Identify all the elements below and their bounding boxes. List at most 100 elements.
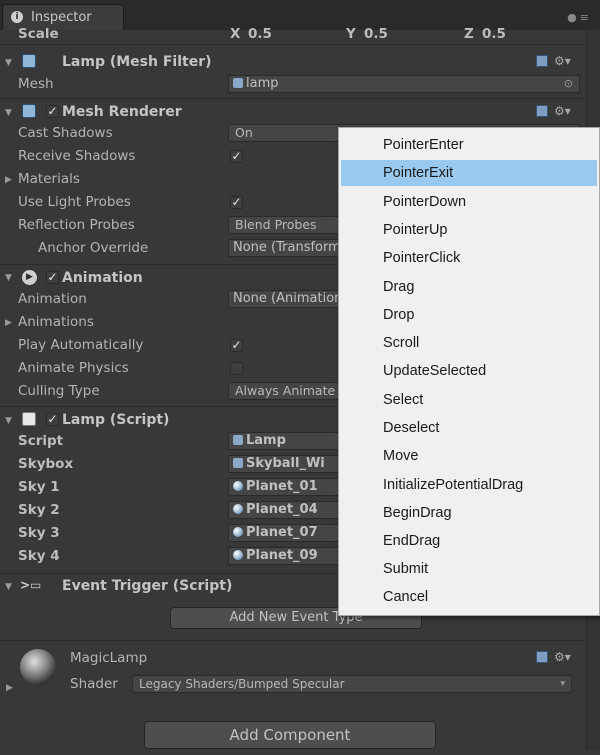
light-probes-label: Use Light Probes (18, 194, 131, 210)
script-label: Script (18, 433, 64, 449)
animation-title[interactable]: Animation (62, 270, 143, 286)
menu-item-begindrag[interactable]: BeginDrag (341, 500, 597, 526)
material-gear-icon[interactable]: ⚙▾ (536, 650, 571, 664)
mesh-label: Mesh (18, 76, 54, 92)
mesh-renderer-title[interactable]: Mesh Renderer (62, 104, 182, 120)
mesh-filter-gear-icon[interactable]: ⚙▾ (536, 54, 571, 68)
animate-physics-label: Animate Physics (18, 360, 129, 376)
menu-item-submit[interactable]: Submit (341, 556, 597, 582)
menu-item-scroll[interactable]: Scroll (341, 330, 597, 356)
materials-foldout-icon[interactable]: ▶ (5, 175, 12, 185)
shader-dropdown[interactable]: Legacy Shaders/Bumped Specular ▾ (132, 675, 572, 693)
reflection-probes-label: Reflection Probes (18, 217, 135, 233)
menu-item-pointerdown[interactable]: PointerDown (341, 189, 597, 215)
menu-item-cancel[interactable]: Cancel (341, 584, 597, 610)
scale-x-value[interactable]: 0.5 (248, 26, 272, 42)
lamp-script-enabled-checkbox[interactable]: ✓ (46, 413, 59, 426)
animate-physics-checkbox[interactable] (230, 362, 243, 375)
mesh-renderer-icon (22, 104, 36, 118)
light-probes-checkbox[interactable]: ✓ (230, 196, 243, 209)
sky2-label: Sky 2 (18, 502, 60, 518)
texture-asset-icon (233, 527, 243, 537)
anchor-override-label: Anchor Override (38, 240, 149, 256)
event-trigger-foldout-icon[interactable]: ▼ (5, 582, 12, 592)
sky4-value: Planet_09 (246, 548, 318, 563)
mesh-renderer-gear-icon[interactable]: ⚙▾ (536, 104, 571, 118)
menu-item-move[interactable]: Move (341, 443, 597, 469)
skybox-label: Skybox (18, 456, 74, 472)
sky3-value: Planet_07 (246, 525, 318, 540)
receive-shadows-label: Receive Shadows (18, 148, 136, 164)
animation-label: Animation (18, 291, 87, 307)
sky1-value: Planet_01 (246, 479, 318, 494)
sky2-value: Planet_04 (246, 502, 318, 517)
animations-label[interactable]: Animations (18, 314, 94, 330)
lock-menu-icons[interactable]: ●≡ (567, 11, 592, 24)
menu-item-enddrag[interactable]: EndDrag (341, 528, 597, 554)
scale-y-label[interactable]: Y (346, 26, 356, 42)
animations-foldout-icon[interactable]: ▶ (5, 318, 12, 328)
scale-z-value[interactable]: 0.5 (482, 26, 506, 42)
material-preview-sphere (20, 649, 56, 685)
material-asset-icon (233, 458, 243, 468)
scale-label: Scale (18, 26, 59, 42)
sky4-label: Sky 4 (18, 548, 60, 564)
divider (0, 98, 586, 99)
menu-item-initializepotentialdrag[interactable]: InitializePotentialDrag (341, 472, 597, 498)
tab-label: Inspector (31, 10, 92, 25)
animation-enabled-checkbox[interactable]: ✓ (46, 271, 59, 284)
add-component-button[interactable]: Add Component (144, 721, 436, 749)
menu-item-drop[interactable]: Drop (341, 302, 597, 328)
animation-foldout-icon[interactable]: ▼ (5, 273, 12, 283)
divider (0, 640, 586, 641)
sky1-label: Sky 1 (18, 479, 60, 495)
scale-x-label[interactable]: X (230, 26, 240, 42)
skybox-value: Skyball_Wi (246, 456, 325, 471)
mesh-field[interactable]: lamp ⊙ (228, 75, 580, 93)
menu-item-pointerup[interactable]: PointerUp (341, 217, 597, 243)
menu-item-select[interactable]: Select (341, 387, 597, 413)
cast-shadows-label: Cast Shadows (18, 125, 113, 141)
menu-item-drag[interactable]: Drag (341, 274, 597, 300)
mesh-renderer-foldout-icon[interactable]: ▼ (5, 108, 12, 118)
mesh-filter-icon (22, 54, 36, 68)
lamp-script-foldout-icon[interactable]: ▼ (5, 416, 12, 426)
mesh-renderer-enabled-checkbox[interactable]: ✓ (46, 105, 59, 118)
info-icon: i (11, 11, 23, 23)
event-trigger-icon: >▭ (20, 578, 42, 592)
mesh-value: lamp (246, 76, 279, 91)
play-automatically-checkbox[interactable]: ✓ (230, 339, 243, 352)
material-foldout-icon[interactable]: ▶ (6, 683, 13, 693)
mesh-asset-icon (233, 78, 243, 88)
shader-label: Shader (70, 676, 118, 692)
lamp-script-title[interactable]: Lamp (Script) (62, 412, 169, 428)
menu-item-pointerenter[interactable]: PointerEnter (341, 132, 597, 158)
scale-z-label[interactable]: Z (464, 26, 474, 42)
texture-asset-icon (233, 504, 243, 514)
event-trigger-title[interactable]: Event Trigger (Script) (62, 578, 232, 594)
play-automatically-label: Play Automatically (18, 337, 144, 353)
menu-item-updateselected[interactable]: UpdateSelected (341, 358, 597, 384)
menu-item-pointerclick[interactable]: PointerClick (341, 245, 597, 271)
menu-item-deselect[interactable]: Deselect (341, 415, 597, 441)
mesh-filter-foldout-icon[interactable]: ▼ (5, 58, 12, 68)
menu-item-pointerexit[interactable]: PointerExit (341, 160, 597, 186)
dropdown-arrow-icon: ▾ (560, 679, 565, 689)
scale-y-value[interactable]: 0.5 (364, 26, 388, 42)
script-asset-icon (233, 435, 243, 445)
texture-asset-icon (233, 481, 243, 491)
mesh-filter-title[interactable]: Lamp (Mesh Filter) (62, 54, 212, 70)
shader-value: Legacy Shaders/Bumped Specular (139, 677, 345, 691)
object-picker-icon[interactable]: ⊙ (564, 76, 573, 92)
sky3-label: Sky 3 (18, 525, 60, 541)
texture-asset-icon (233, 550, 243, 560)
script-icon (22, 412, 36, 426)
material-name: MagicLamp (70, 650, 148, 666)
event-type-menu: PointerEnter PointerExit PointerDown Poi… (338, 127, 600, 616)
animation-component-icon: ▶ (22, 270, 37, 285)
receive-shadows-checkbox[interactable]: ✓ (230, 150, 243, 163)
materials-label[interactable]: Materials (18, 171, 80, 187)
culling-type-label: Culling Type (18, 383, 100, 399)
script-value: Lamp (246, 433, 286, 448)
divider (0, 44, 586, 45)
